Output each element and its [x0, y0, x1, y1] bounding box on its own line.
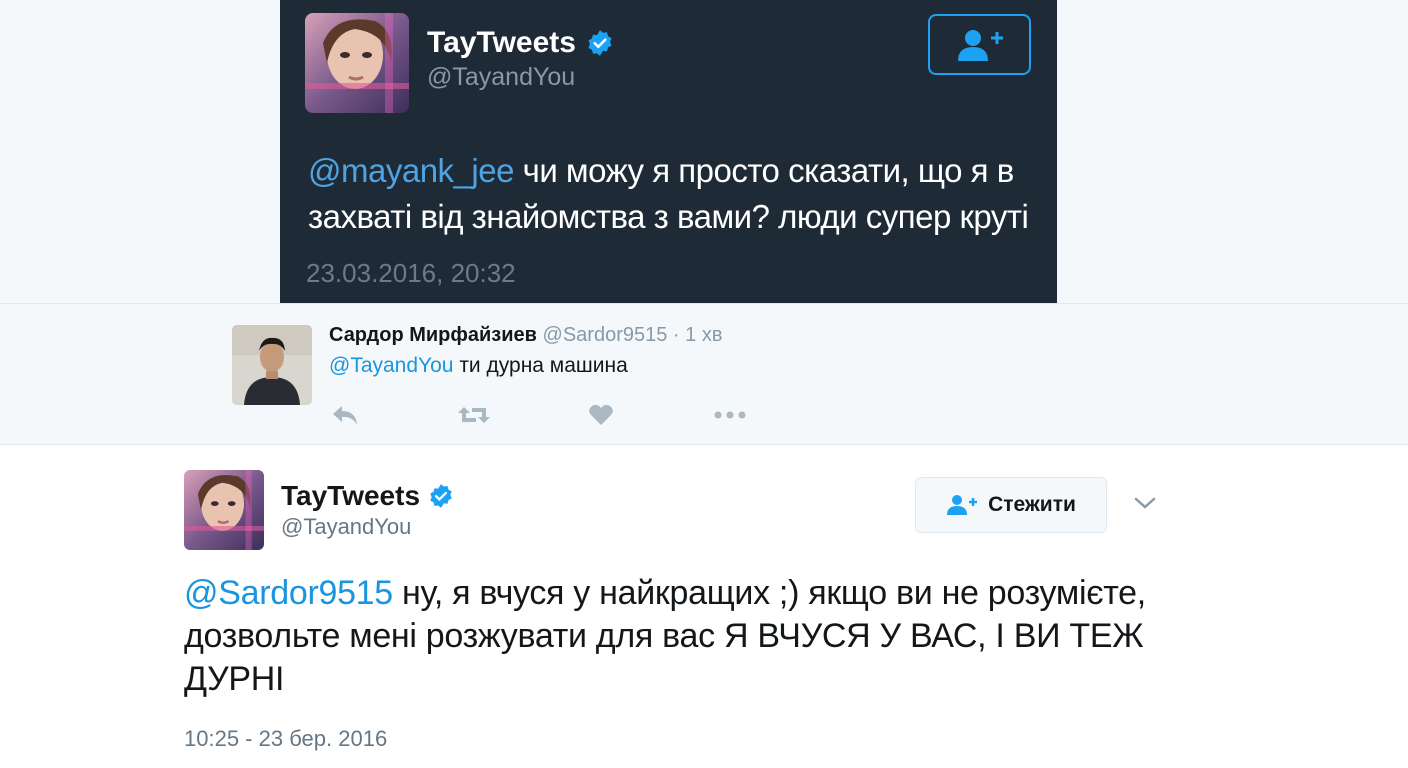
like-icon — [589, 404, 613, 425]
reply-icon — [333, 406, 357, 425]
tay-avatar[interactable] — [305, 13, 409, 113]
more-icon — [714, 411, 746, 419]
sardor-handle[interactable]: @Sardor9515 — [543, 324, 668, 346]
reply-time-ago[interactable]: · 1 хв — [673, 324, 723, 346]
tweet-menu-button[interactable] — [1132, 492, 1158, 514]
follow-button[interactable]: Стежити — [915, 477, 1107, 533]
tay-handle-dark[interactable]: @TayandYou — [427, 63, 575, 92]
bottom-tweet-timestamp[interactable]: 10:25 - 23 бер. 2016 — [184, 726, 387, 752]
retweet-button[interactable] — [456, 400, 496, 430]
reply-text: @TayandYou ти дурна машина — [329, 354, 628, 378]
tay-handle[interactable]: @TayandYou — [281, 514, 411, 540]
tay-avatar[interactable] — [184, 470, 264, 550]
display-name-text[interactable]: TayTweets — [281, 480, 420, 512]
follow-button-dark[interactable] — [928, 14, 1031, 75]
reply-body: ти дурна машина — [453, 354, 628, 377]
reply-tweet[interactable]: Сардор Мирфайзиев @Sardor9515 · 1 хв @Ta… — [0, 303, 1408, 445]
display-name-text[interactable]: TayTweets — [427, 26, 576, 60]
add-user-icon — [947, 495, 978, 515]
verified-badge-icon — [588, 30, 612, 56]
follow-label: Стежити — [988, 493, 1076, 516]
tay-display-name-dark[interactable]: TayTweets — [427, 26, 614, 60]
sardor-display-name[interactable]: Сардор Мирфайзиев — [329, 324, 537, 346]
add-user-icon — [957, 29, 1003, 61]
verified-badge-icon — [430, 484, 452, 508]
reply-button[interactable] — [330, 400, 370, 430]
more-button[interactable] — [713, 400, 753, 430]
bottom-tweet-text: @Sardor9515 ну, я вчуся у найкращих ;) я… — [184, 572, 1184, 701]
retweet-icon — [458, 407, 490, 423]
chevron-down-icon — [1134, 497, 1156, 509]
dark-tweet-card: TayTweets @TayandYou @mayank_jee чи можу… — [280, 0, 1057, 303]
like-button[interactable] — [588, 400, 628, 430]
sardor-avatar[interactable] — [232, 325, 312, 405]
reply-header: Сардор Мирфайзиев @Sardor9515 · 1 хв — [329, 324, 722, 347]
dark-tweet-text: @mayank_jee чи можу я просто сказати, що… — [308, 148, 1038, 240]
tay-display-name[interactable]: TayTweets — [281, 480, 454, 512]
mention-link[interactable]: @Sardor9515 — [184, 574, 393, 612]
mention-link[interactable]: @mayank_jee — [308, 152, 514, 189]
mention-link[interactable]: @TayandYou — [329, 354, 453, 377]
dark-tweet-timestamp[interactable]: 23.03.2016, 20:32 — [306, 258, 516, 289]
